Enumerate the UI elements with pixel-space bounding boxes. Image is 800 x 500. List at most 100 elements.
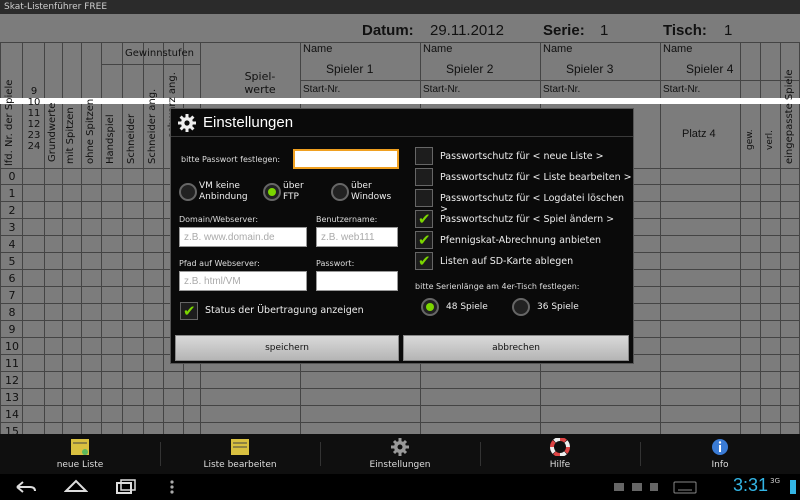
tab-hilfe[interactable]: Hilfe <box>480 434 640 474</box>
battery-icon <box>790 480 796 494</box>
col-schneider-ang: Schneider ang. <box>147 88 158 164</box>
row-number: 7 <box>8 289 16 302</box>
network-type: 3G <box>770 477 780 485</box>
keyboard-icon <box>673 481 697 494</box>
tab-liste-bearbeiten-label: Liste bearbeiten <box>203 460 277 470</box>
tab-einstellungen-label: Einstellungen <box>369 460 431 470</box>
gear-icon <box>178 114 196 132</box>
password-input[interactable] <box>293 149 399 169</box>
serie-value: 1 <box>600 22 609 39</box>
col-eingepasste: eingepasste Spiele <box>784 69 795 164</box>
player3-start: Start-Nr. <box>543 84 581 95</box>
status-clock: 3:31 <box>732 475 768 495</box>
domain-label: Domain/Webserver: <box>179 215 259 224</box>
recent-apps-icon[interactable] <box>114 478 138 496</box>
dialog-header: Einstellungen <box>171 109 633 137</box>
row-number: 1 <box>8 187 16 200</box>
tab-einstellungen[interactable]: Einstellungen <box>320 434 480 474</box>
radio-48-spiele[interactable] <box>421 298 439 316</box>
verl-label: verl. <box>765 130 775 150</box>
app-title: Skat-Listenführer FREE <box>4 2 108 12</box>
check-sd-karte-label: Listen auf SD-Karte ablegen <box>440 256 574 267</box>
player4-platz: Platz 4 <box>682 128 716 140</box>
username-label: Benutzername: <box>316 215 378 224</box>
series-length-label: bitte Serienlänge am 4er-Tisch festlegen… <box>415 282 580 291</box>
status-transfer-checkbox[interactable] <box>180 302 198 320</box>
check-pw-liste-bearbeiten[interactable] <box>415 168 433 186</box>
radio-ueber-windows[interactable] <box>331 183 349 201</box>
check-pfennigskat-label: Pfennigskat-Abrechnung anbieten <box>440 235 602 246</box>
row-number: 6 <box>8 272 16 285</box>
player2-name-label: Name <box>423 43 453 55</box>
tab-info-label: Info <box>711 460 729 470</box>
edit-list-icon <box>231 439 249 455</box>
tab-info[interactable]: Info <box>640 434 800 474</box>
row-number: 2 <box>8 204 16 217</box>
info-icon <box>712 439 728 455</box>
spielwerte-label: Spiel- werte <box>244 70 276 96</box>
player1-start: Start-Nr. <box>303 84 341 95</box>
row-number: 15 <box>5 425 19 434</box>
datum-value: 29.11.2012 <box>430 22 504 39</box>
tab-hilfe-label: Hilfe <box>549 460 571 470</box>
player4-start: Start-Nr. <box>663 84 701 95</box>
radio-vm-keine-anbindung[interactable] <box>179 183 197 201</box>
check-pw-logdatei[interactable] <box>415 189 433 207</box>
check-pfennigskat[interactable] <box>415 231 433 249</box>
row-number: 9 <box>8 323 16 336</box>
sheet-header: Datum: 29.11.2012 Serie: 1 Tisch: 1 <box>0 14 800 44</box>
grundwerte-numbers: 9 10 11 12 23 24 <box>27 86 41 152</box>
status-transfer-label: Status der Übertragung anzeigen <box>205 305 364 316</box>
settings-dialog: Einstellungen bitte Passwort festlegen: … <box>170 108 634 364</box>
lifebuoy-icon <box>550 438 570 456</box>
domain-input[interactable] <box>179 227 307 247</box>
new-list-icon <box>71 439 89 455</box>
app-title-bar: Skat-Listenführer FREE <box>0 0 800 14</box>
back-icon[interactable] <box>14 478 38 496</box>
cancel-button[interactable]: abbrechen <box>403 335 629 361</box>
check-pw-spiel-aendern[interactable] <box>415 210 433 228</box>
bottom-app-bar: neue Liste Liste bearbeiten Einstellunge… <box>0 434 800 474</box>
radio-36-label: 36 Spiele <box>537 302 579 312</box>
check-pw-spiel-aendern-label: Passwortschutz für < Spiel ändern > <box>440 214 615 225</box>
player2-name[interactable]: Spieler 2 <box>446 62 493 76</box>
path-input[interactable] <box>179 271 307 291</box>
tab-neue-liste-label: neue Liste <box>56 460 104 470</box>
player4-name[interactable]: Spieler 4 <box>686 62 733 76</box>
path-label: Pfad auf Webserver: <box>179 259 260 268</box>
player4-name-label: Name <box>663 43 693 55</box>
menu-icon[interactable] <box>160 478 184 496</box>
check-pw-neue-liste-label: Passwortschutz für < neue Liste > <box>440 151 604 162</box>
username-input[interactable] <box>316 227 398 247</box>
save-button[interactable]: speichern <box>175 335 399 361</box>
system-nav-bar: 3:31 3G <box>0 474 800 500</box>
col-grundwerte: Grundwerte <box>47 102 58 162</box>
tab-liste-bearbeiten[interactable]: Liste bearbeiten <box>160 434 320 474</box>
col-lfd-nr: lfd. Nr. der Spiele <box>4 79 15 166</box>
radio-vm-label: VM keine Anbindung <box>199 181 248 202</box>
row-number: 3 <box>8 221 16 234</box>
gew-label: gew. <box>745 129 755 150</box>
player1-name[interactable]: Spieler 1 <box>326 62 373 76</box>
row-number: 10 <box>5 340 19 353</box>
home-icon[interactable] <box>64 478 88 496</box>
tisch-label: Tisch: <box>663 22 707 39</box>
check-pw-liste-bearbeiten-label: Passwortschutz für < Liste bearbeiten > <box>440 172 632 183</box>
radio-36-spiele[interactable] <box>512 298 530 316</box>
radio-ueber-ftp[interactable] <box>263 183 281 201</box>
notification-icons <box>614 483 658 491</box>
tab-neue-liste[interactable]: neue Liste <box>0 434 160 474</box>
tisch-value: 1 <box>724 22 733 39</box>
server-password-input[interactable] <box>316 271 398 291</box>
row-number: 0 <box>8 170 16 183</box>
row-number: 5 <box>8 255 16 268</box>
radio-48-label: 48 Spiele <box>446 302 488 312</box>
check-pw-neue-liste[interactable] <box>415 147 433 165</box>
password-label: bitte Passwort festlegen: <box>181 155 281 164</box>
gewinnstufen-label: Gewinnstufen <box>125 48 195 59</box>
gear-icon <box>391 438 409 456</box>
player3-name[interactable]: Spieler 3 <box>566 62 613 76</box>
check-sd-karte[interactable] <box>415 252 433 270</box>
col-handspiel: Handspiel <box>105 114 116 164</box>
row-number: 12 <box>5 374 19 387</box>
